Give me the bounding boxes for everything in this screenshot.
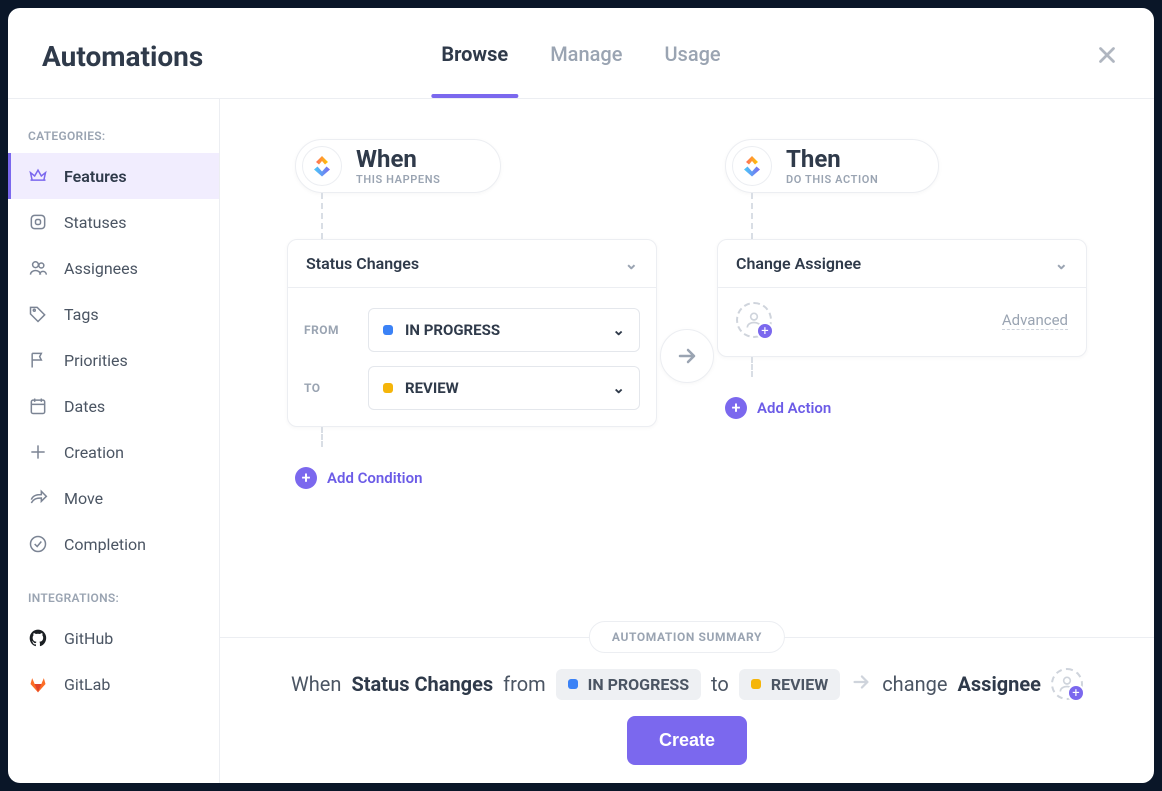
sidebar-item-label: Features xyxy=(64,167,127,186)
sidebar-item-tags[interactable]: Tags xyxy=(8,291,219,337)
connector-line xyxy=(321,193,323,239)
from-label: FROM xyxy=(304,323,354,337)
clickup-logo-icon xyxy=(732,146,772,186)
tab-usage[interactable]: Usage xyxy=(664,42,720,98)
sidebar-item-label: Statuses xyxy=(64,213,127,232)
action-label: Change Assignee xyxy=(736,254,861,273)
action-card: Change Assignee ⌄ + Advanced xyxy=(717,239,1087,357)
from-status-value: IN PROGRESS xyxy=(405,321,500,339)
close-icon xyxy=(1094,42,1120,68)
plus-outline-icon xyxy=(28,442,48,462)
connector-line xyxy=(751,357,753,377)
page-title: Automations xyxy=(42,40,203,73)
when-header: When THIS HAPPENS xyxy=(295,139,501,193)
sidebar-item-label: Move xyxy=(64,489,103,508)
trigger-label: Status Changes xyxy=(306,254,419,273)
sidebar-item-label: Creation xyxy=(64,443,124,462)
sidebar-item-dates[interactable]: Dates xyxy=(8,383,219,429)
plus-badge-icon: + xyxy=(1067,684,1085,702)
clickup-logo-icon xyxy=(302,146,342,186)
create-button[interactable]: Create xyxy=(627,716,747,765)
from-status-select[interactable]: IN PROGRESS ⌄ xyxy=(368,308,640,352)
arrow-right-icon xyxy=(850,671,872,698)
check-circle-icon xyxy=(28,534,48,554)
sidebar-item-label: GitHub xyxy=(64,629,113,648)
gitlab-icon xyxy=(28,674,48,694)
sidebar-item-label: Assignees xyxy=(64,259,138,278)
share-icon xyxy=(28,488,48,508)
chevron-down-icon: ⌄ xyxy=(612,379,625,397)
action-select[interactable]: Change Assignee ⌄ xyxy=(718,240,1086,287)
modal-header: Automations Browse Manage Usage xyxy=(8,8,1154,98)
automation-builder: When THIS HAPPENS Status Changes ⌄ FROM xyxy=(220,99,1154,637)
automations-modal: Automations Browse Manage Usage CATEGORI… xyxy=(8,8,1154,783)
main-tabs: Browse Manage Usage xyxy=(441,42,720,98)
then-column: Then DO THIS ACTION Change Assignee ⌄ xyxy=(717,139,1087,617)
chevron-down-icon: ⌄ xyxy=(612,321,625,339)
when-column: When THIS HAPPENS Status Changes ⌄ FROM xyxy=(287,139,657,617)
close-button[interactable] xyxy=(1094,42,1120,72)
status-color-dot xyxy=(383,383,393,393)
sidebar-item-label: Completion xyxy=(64,535,146,554)
plus-badge-icon: + xyxy=(756,322,774,340)
tab-browse[interactable]: Browse xyxy=(441,42,508,98)
calendar-icon xyxy=(28,396,48,416)
to-status-value: REVIEW xyxy=(405,379,459,397)
tab-manage[interactable]: Manage xyxy=(550,42,622,98)
flow-arrow xyxy=(660,329,714,383)
connector-line xyxy=(751,193,753,239)
then-title: Then xyxy=(786,147,878,171)
plus-icon: + xyxy=(295,467,317,489)
sidebar-item-label: Priorities xyxy=(64,351,128,370)
status-icon xyxy=(28,212,48,232)
summary-footer: AUTOMATION SUMMARY When Status Changes f… xyxy=(220,637,1154,783)
sidebar-item-label: Tags xyxy=(64,305,99,324)
assignee-picker[interactable]: + xyxy=(736,302,772,338)
sidebar-item-label: GitLab xyxy=(64,675,110,694)
sidebar-item-assignees[interactable]: Assignees xyxy=(8,245,219,291)
summary-assignee-picker[interactable]: + xyxy=(1051,668,1083,700)
sidebar-section-categories: CATEGORIES: xyxy=(8,123,219,153)
summary-sentence: When Status Changes from IN PROGRESS to … xyxy=(250,668,1124,700)
chevron-down-icon: ⌄ xyxy=(625,254,638,273)
assignees-icon xyxy=(28,258,48,278)
when-title: When xyxy=(356,147,440,171)
add-condition-button[interactable]: + Add Condition xyxy=(295,467,422,489)
sidebar: CATEGORIES: Features Statuses Assignees … xyxy=(8,99,220,783)
advanced-link[interactable]: Advanced xyxy=(1002,311,1068,330)
modal-body: CATEGORIES: Features Statuses Assignees … xyxy=(8,98,1154,783)
summary-from-chip: IN PROGRESS xyxy=(556,669,701,700)
sidebar-item-move[interactable]: Move xyxy=(8,475,219,521)
plus-icon: + xyxy=(725,397,747,419)
flag-icon xyxy=(28,350,48,370)
to-label: TO xyxy=(304,381,354,395)
sidebar-item-statuses[interactable]: Statuses xyxy=(8,199,219,245)
trigger-card: Status Changes ⌄ FROM IN PROGRESS xyxy=(287,239,657,427)
add-action-button[interactable]: + Add Action xyxy=(725,397,831,419)
then-subtitle: DO THIS ACTION xyxy=(786,173,878,186)
sidebar-item-label: Dates xyxy=(64,397,105,416)
sidebar-item-creation[interactable]: Creation xyxy=(8,429,219,475)
summary-badge: AUTOMATION SUMMARY xyxy=(589,621,785,653)
tag-icon xyxy=(28,304,48,324)
sidebar-item-priorities[interactable]: Priorities xyxy=(8,337,219,383)
summary-to-chip: REVIEW xyxy=(739,669,840,700)
status-color-dot xyxy=(383,325,393,335)
sidebar-item-completion[interactable]: Completion xyxy=(8,521,219,567)
when-subtitle: THIS HAPPENS xyxy=(356,173,440,186)
sidebar-item-github[interactable]: GitHub xyxy=(8,615,219,661)
arrow-right-icon xyxy=(675,344,699,368)
chevron-down-icon: ⌄ xyxy=(1055,254,1068,273)
crown-icon xyxy=(28,166,48,186)
to-status-select[interactable]: REVIEW ⌄ xyxy=(368,366,640,410)
trigger-select[interactable]: Status Changes ⌄ xyxy=(288,240,656,287)
sidebar-item-gitlab[interactable]: GitLab xyxy=(8,661,219,707)
connector-line xyxy=(321,427,323,447)
main-panel: When THIS HAPPENS Status Changes ⌄ FROM xyxy=(220,99,1154,783)
then-header: Then DO THIS ACTION xyxy=(725,139,939,193)
sidebar-item-features[interactable]: Features xyxy=(8,153,219,199)
sidebar-section-integrations: INTEGRATIONS: xyxy=(8,585,219,615)
github-icon xyxy=(28,628,48,648)
